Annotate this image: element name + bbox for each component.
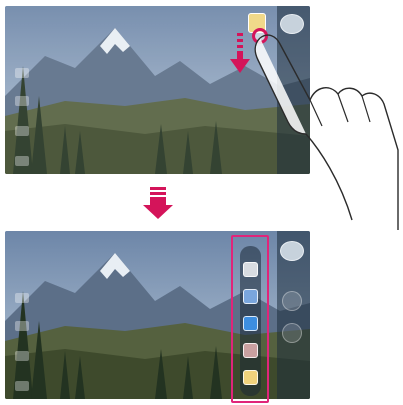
mode-icon[interactable] xyxy=(15,126,29,136)
next-step-arrow-icon xyxy=(143,187,173,219)
shutter-button[interactable] xyxy=(282,291,302,311)
mode-icon[interactable] xyxy=(15,351,29,361)
pointing-hand-icon xyxy=(254,34,399,230)
settings-icon[interactable] xyxy=(15,68,29,78)
flash-icon[interactable] xyxy=(15,321,29,331)
record-button[interactable] xyxy=(282,323,302,343)
settings-icon[interactable] xyxy=(15,293,29,303)
flash-icon[interactable] xyxy=(15,96,29,106)
mode-menu-highlight-frame xyxy=(231,235,269,403)
gallery-icon[interactable] xyxy=(15,156,29,166)
camera-control-strip xyxy=(277,231,310,399)
gallery-icon[interactable] xyxy=(15,381,29,391)
camera-switch-icon[interactable] xyxy=(280,241,304,261)
